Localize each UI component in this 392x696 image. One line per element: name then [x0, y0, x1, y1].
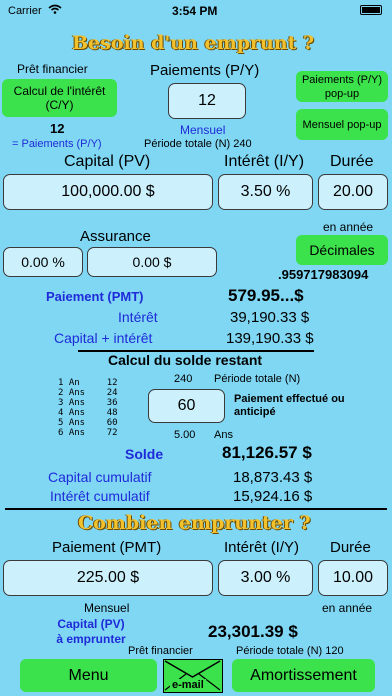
email-label: e-mail — [170, 679, 206, 691]
paiements-popup-button[interactable]: Paiements (P/Y) pop-up — [296, 71, 388, 102]
assurance-amt-field[interactable]: 0.00 $ — [87, 247, 217, 277]
paiements-field[interactable]: 12 — [168, 83, 246, 119]
interet2-label: Intérêt (I/Y) — [224, 539, 300, 556]
periode-totale-label: Période totale (N) 240 — [144, 138, 252, 150]
capital-label: Capital (PV) — [64, 153, 151, 170]
cy-note: = Paiements (P/Y) — [12, 138, 102, 150]
duree-field[interactable]: 20.00 — [318, 174, 388, 210]
amortissement-button[interactable]: Amortissement — [232, 659, 375, 692]
section-title-emprunt: Besoin d'un emprunt ? — [72, 32, 315, 54]
capital-interet-label: Capital + intérêt — [54, 330, 153, 346]
solde-heading: Calcul du solde restant — [108, 352, 263, 368]
duree-label: Durée — [330, 153, 374, 170]
interet-row-label: Intérêt — [118, 309, 158, 325]
interet-label: Intérêt (I/Y) — [224, 153, 305, 170]
years-value: 5.00 — [174, 429, 196, 441]
email-button[interactable]: e-mail — [163, 659, 223, 693]
periode-totale-n-label: Période totale (N) — [214, 373, 301, 385]
interet-field[interactable]: 3.50 % — [218, 174, 313, 210]
status-bar: Carrier 3:54 PM — [0, 0, 392, 22]
assurance-label: Assurance — [80, 228, 151, 245]
duree2-label: Durée — [330, 539, 371, 556]
periode-totale2-label: Période totale (N) 120 — [236, 645, 344, 657]
pmt-value: 579.95...$ — [228, 286, 304, 305]
pmt-label: Paiement (PMT) — [46, 289, 144, 304]
calc-interet-button[interactable]: Calcul de l'intérêt (C/Y) — [2, 79, 117, 117]
assurance-pct-field[interactable]: 0.00 % — [3, 247, 83, 277]
interet-cumulatif-value: 15,924.16 $ — [233, 488, 313, 505]
carrier-label: Carrier — [8, 5, 42, 17]
capital-emprunter-value: 23,301.39 $ — [208, 622, 298, 641]
decimales-button[interactable]: Décimales — [296, 235, 388, 265]
clock: 3:54 PM — [172, 4, 218, 18]
paiements-label: Paiements (P/Y) — [150, 62, 260, 79]
capital-cumulatif-label: Capital cumulatif — [48, 469, 152, 485]
battery-icon — [360, 5, 382, 15]
interet-row-value: 39,190.33 $ — [230, 309, 310, 326]
wifi-icon — [48, 4, 62, 17]
cy-value: 12 — [50, 121, 65, 136]
en-annee2-label: en année — [322, 601, 373, 615]
capital-field[interactable]: 100,000.00 $ — [3, 174, 213, 210]
capital-emprunter-label: Capital (PV) à emprunter — [56, 617, 126, 646]
mensuel-label: Mensuel — [180, 123, 226, 137]
decimal-digits: .959717983094 — [278, 267, 369, 282]
section-title-combien: Combien emprunter ? — [78, 512, 311, 534]
interet-cumulatif-label: Intérêt cumulatif — [50, 488, 150, 504]
year-period-picker[interactable]: 1 An 12 2 Ans 24 3 Ans 36 4 Ans 48 5 Ans… — [58, 378, 140, 442]
menu-button[interactable]: Menu — [20, 659, 157, 692]
duree2-field[interactable]: 10.00 — [318, 560, 388, 596]
capital-cumulatif-value: 18,873.43 $ — [233, 469, 313, 486]
divider-section2 — [5, 508, 387, 510]
interet2-field[interactable]: 3.00 % — [218, 560, 313, 596]
pmt2-field[interactable]: 225.00 $ — [3, 560, 213, 596]
pret-financier-label: Prêt financier — [17, 62, 88, 76]
paiement-effectue-field[interactable]: 60 — [148, 389, 225, 423]
capital-interet-value: 139,190.33 $ — [226, 330, 314, 347]
mensuel-popup-button[interactable]: Mensuel pop-up — [296, 109, 388, 140]
pret-financier2-label: Prêt financier — [128, 645, 193, 657]
solde-value: 81,126.57 $ — [222, 443, 312, 462]
years-unit: Ans — [214, 429, 233, 441]
paiement-effectue-label: Paiement effectué ou anticipé — [234, 393, 345, 418]
solde-label: Solde — [125, 446, 164, 462]
pmt2-label: Paiement (PMT) — [52, 539, 162, 556]
total-n-value: 240 — [174, 373, 193, 385]
en-annee-label: en année — [323, 220, 374, 234]
mensuel2-label: Mensuel — [84, 601, 130, 615]
